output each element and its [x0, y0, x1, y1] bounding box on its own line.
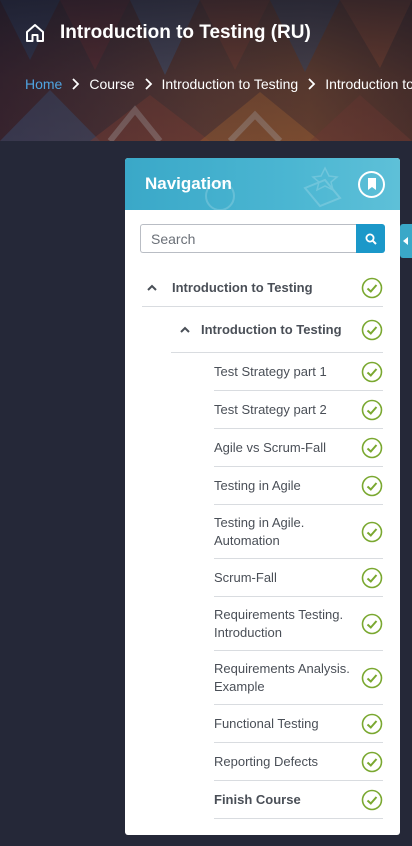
chevron-right-icon — [144, 78, 152, 90]
breadcrumb-section[interactable]: Introduction to Testing — [162, 76, 299, 92]
navigation-search — [140, 224, 385, 253]
nav-item-label: Test Strategy part 2 — [214, 401, 327, 417]
course-title-row: Introduction to Testing (RU) — [24, 22, 311, 44]
nav-item-label: Test Strategy part 1 — [214, 363, 327, 379]
course-header: Introduction to Testing (RU) Home Course… — [0, 0, 412, 141]
breadcrumb-current: Introduction to Testing — [325, 76, 412, 92]
navigation-header: Navigation — [125, 158, 400, 210]
check-circle-icon — [361, 751, 383, 772]
nav-item-requirements-testing[interactable]: Requirements Testing. Introduction — [214, 597, 383, 651]
bookmark-button[interactable] — [358, 171, 385, 198]
search-button[interactable] — [356, 224, 385, 253]
search-icon — [365, 233, 377, 245]
nav-item-test-strategy-2[interactable]: Test Strategy part 2 — [214, 391, 383, 429]
nav-item-label: Requirements Testing. Introduction — [214, 606, 344, 640]
nav-item-label: Reporting Defects — [214, 753, 319, 769]
nav-subsection-label: Introduction to Testing — [201, 321, 342, 337]
check-circle-icon — [361, 475, 383, 496]
nav-item-label: Finish Course — [214, 791, 301, 807]
check-circle-icon — [361, 713, 383, 734]
nav-section-label: Introduction to Testing — [172, 279, 313, 295]
navigation-panel: Navigation Introduction to Testing Intro… — [125, 158, 400, 835]
nav-item-label: Functional Testing — [214, 715, 319, 731]
nav-subsection[interactable]: Introduction to Testing — [171, 307, 383, 353]
navigation-title: Navigation — [145, 174, 232, 193]
check-circle-icon — [361, 667, 383, 688]
nav-section[interactable]: Introduction to Testing — [142, 269, 383, 307]
chevron-up-icon[interactable] — [147, 284, 157, 292]
nav-item-test-strategy-1[interactable]: Test Strategy part 1 — [214, 353, 383, 391]
chevron-right-icon — [72, 78, 80, 90]
navigation-tree: Introduction to Testing Introduction to … — [125, 269, 400, 819]
chevron-up-icon[interactable] — [180, 326, 190, 334]
check-circle-icon — [361, 437, 383, 458]
nav-item-testing-in-agile-automation[interactable]: Testing in Agile. Automation — [214, 505, 383, 559]
course-title: Introduction to Testing (RU) — [60, 22, 311, 43]
nav-item-label: Testing in Agile. Automation — [214, 514, 305, 548]
nav-item-functional-testing[interactable]: Functional Testing — [214, 705, 383, 743]
breadcrumb-course[interactable]: Course — [89, 76, 134, 92]
breadcrumb-home-link[interactable]: Home — [25, 76, 62, 92]
nav-item-label: Testing in Agile — [214, 477, 301, 493]
nav-item-reporting-defects[interactable]: Reporting Defects — [214, 743, 383, 781]
breadcrumb: Home Course Introduction to Testing Intr… — [25, 76, 412, 92]
search-input[interactable] — [140, 224, 356, 253]
check-circle-icon — [361, 399, 383, 420]
nav-item-testing-in-agile[interactable]: Testing in Agile — [214, 467, 383, 505]
collapse-left-icon — [403, 237, 408, 245]
nav-item-agile-vs-scrum-fall[interactable]: Agile vs Scrum-Fall — [214, 429, 383, 467]
check-circle-icon — [361, 567, 383, 588]
check-circle-icon — [361, 277, 383, 298]
chevron-right-icon — [308, 78, 316, 90]
nav-item-finish-course[interactable]: Finish Course — [214, 781, 383, 819]
check-circle-icon — [361, 789, 383, 810]
nav-item-label: Requirements Analysis. Example — [214, 660, 350, 694]
bookmark-icon — [367, 178, 376, 190]
check-circle-icon — [361, 319, 383, 340]
nav-item-scrum-fall[interactable]: Scrum-Fall — [214, 559, 383, 597]
check-circle-icon — [361, 613, 383, 634]
nav-item-label: Agile vs Scrum-Fall — [214, 439, 326, 455]
collapse-navigation-button[interactable] — [400, 224, 412, 258]
nav-item-label: Scrum-Fall — [214, 569, 277, 585]
check-circle-icon — [361, 521, 383, 542]
home-icon[interactable] — [24, 22, 46, 44]
check-circle-icon — [361, 361, 383, 382]
nav-item-requirements-analysis[interactable]: Requirements Analysis. Example — [214, 651, 383, 705]
